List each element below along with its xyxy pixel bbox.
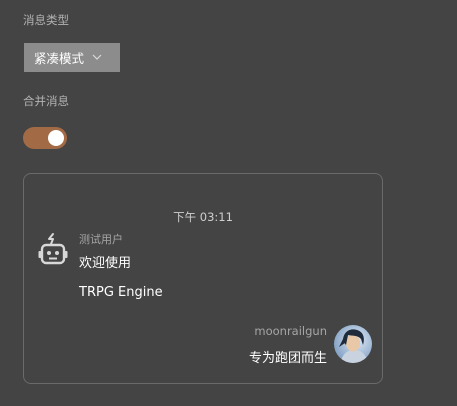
message-type-value: 紧凑模式: [34, 51, 85, 66]
toggle-knob: [48, 130, 64, 146]
user-avatar: [334, 325, 372, 363]
outgoing-sender-name: moonrailgun: [254, 324, 327, 338]
message-type-select[interactable]: 紧凑模式: [24, 43, 120, 72]
merge-messages-label: 合并消息: [23, 94, 69, 108]
message-time: 下午 03:11: [173, 210, 233, 224]
incoming-sender-name: 测试用户: [79, 233, 123, 246]
chat-preview: 下午 03:11 测试用户 欢迎使用 TRPG Engine moonrailg…: [23, 173, 383, 384]
message-type-label: 消息类型: [23, 13, 69, 27]
outgoing-message-text: 专为跑团而生: [248, 351, 327, 366]
chevron-down-icon: [92, 53, 102, 63]
merge-messages-toggle[interactable]: [23, 127, 67, 149]
incoming-message-line: TRPG Engine: [79, 285, 163, 300]
robot-icon: [38, 232, 68, 266]
incoming-message-line: 欢迎使用: [79, 256, 132, 271]
